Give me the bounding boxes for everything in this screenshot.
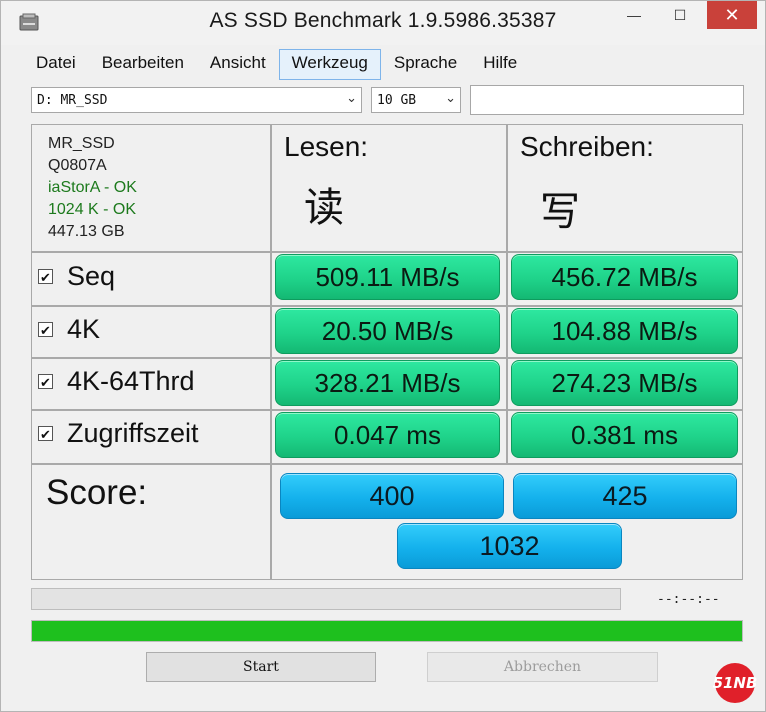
maximize-button[interactable]: ☐ <box>658 1 702 29</box>
driver-status: iaStorA - OK <box>48 179 137 196</box>
grid-divider <box>32 463 742 465</box>
read-header: Lesen: <box>284 131 369 162</box>
read-glyph: 读 <box>304 185 344 231</box>
app-window: AS SSD Benchmark 1.9.5986.35387 — ☐ ✕ Da… <box>0 0 766 712</box>
start-button[interactable]: Start <box>146 652 376 682</box>
grid-divider <box>32 357 742 359</box>
abort-button[interactable]: Abbrechen <box>427 652 658 682</box>
chevron-down-icon: ⌄ <box>346 91 357 106</box>
menu-bar: Datei Bearbeiten Ansicht Werkzeug Sprach… <box>23 49 530 80</box>
test-progress-bar <box>31 588 621 610</box>
menu-sprache[interactable]: Sprache <box>381 49 470 80</box>
row-label: Seq <box>67 261 116 291</box>
drive-select-value: D: MR_SSD <box>37 93 108 108</box>
score-total: 1032 <box>397 523 622 569</box>
zugriffszeit-write-value: 0.381 ms <box>511 412 738 458</box>
grid-divider <box>32 305 742 307</box>
close-icon: ✕ <box>724 4 740 25</box>
seq-read-value: 509.11 MB/s <box>275 254 500 300</box>
4k-64thrd-write-value: 274.23 MB/s <box>511 360 738 406</box>
write-glyph: 写 <box>540 189 580 235</box>
watermark-text: 51NB <box>712 674 758 692</box>
row-4k-64thrd[interactable]: ✔ 4K-64Thrd <box>38 366 195 397</box>
title-bar[interactable]: AS SSD Benchmark 1.9.5986.35387 — ☐ ✕ <box>1 1 765 45</box>
results-grid: MR_SSD Q0807A iaStorA - OK 1024 K - OK 4… <box>31 124 743 580</box>
4k-checkbox[interactable]: ✔ <box>38 322 53 338</box>
minimize-icon: — <box>627 7 641 23</box>
write-header: Schreiben: <box>520 131 654 162</box>
menu-datei[interactable]: Datei <box>23 49 89 80</box>
score-label: Score: <box>46 473 148 512</box>
row-label: Zugriffszeit <box>67 418 199 448</box>
drive-info: MR_SSD Q0807A iaStorA - OK 1024 K - OK 4… <box>48 133 137 243</box>
grid-divider <box>32 409 742 411</box>
info-text-field[interactable] <box>470 85 744 115</box>
grid-divider <box>506 125 508 463</box>
grid-divider <box>32 251 742 253</box>
menu-ansicht[interactable]: Ansicht <box>197 49 279 80</box>
seq-write-value: 456.72 MB/s <box>511 254 738 300</box>
watermark-logo: 51NB <box>712 663 758 703</box>
menu-hilfe[interactable]: Hilfe <box>470 49 530 80</box>
menu-werkzeug[interactable]: Werkzeug <box>278 49 381 80</box>
menu-bearbeiten[interactable]: Bearbeiten <box>89 49 197 80</box>
size-select-value: 10 GB <box>377 93 417 108</box>
chevron-down-icon: ⌄ <box>445 91 456 106</box>
4k-64thrd-checkbox[interactable]: ✔ <box>38 374 53 390</box>
4k-read-value: 20.50 MB/s <box>275 308 500 354</box>
row-zugriffszeit[interactable]: ✔ Zugriffszeit <box>38 418 199 449</box>
zugriffszeit-checkbox[interactable]: ✔ <box>38 426 53 442</box>
elapsed-time: --:--:-- <box>657 592 720 607</box>
minimize-button[interactable]: — <box>612 1 656 29</box>
grid-divider <box>270 465 272 579</box>
row-label: 4K <box>67 314 101 344</box>
drive-name: MR_SSD <box>48 135 115 152</box>
4k-write-value: 104.88 MB/s <box>511 308 738 354</box>
grid-divider <box>270 125 272 463</box>
row-seq[interactable]: ✔ Seq <box>38 261 115 292</box>
row-4k[interactable]: ✔ 4K <box>38 314 100 345</box>
4k-64thrd-read-value: 328.21 MB/s <box>275 360 500 406</box>
size-select[interactable]: 10 GB ⌄ <box>371 87 461 113</box>
overall-progress-bar <box>31 620 743 642</box>
drive-firmware: Q0807A <box>48 157 107 174</box>
drive-select[interactable]: D: MR_SSD ⌄ <box>31 87 362 113</box>
score-write: 425 <box>513 473 737 519</box>
row-label: 4K-64Thrd <box>67 366 195 396</box>
seq-checkbox[interactable]: ✔ <box>38 269 53 285</box>
maximize-icon: ☐ <box>673 6 687 23</box>
overall-progress-fill <box>32 621 742 641</box>
alignment-status: 1024 K - OK <box>48 201 137 218</box>
zugriffszeit-read-value: 0.047 ms <box>275 412 500 458</box>
close-button[interactable]: ✕ <box>707 1 757 29</box>
score-read: 400 <box>280 473 504 519</box>
drive-capacity: 447.13 GB <box>48 223 125 240</box>
